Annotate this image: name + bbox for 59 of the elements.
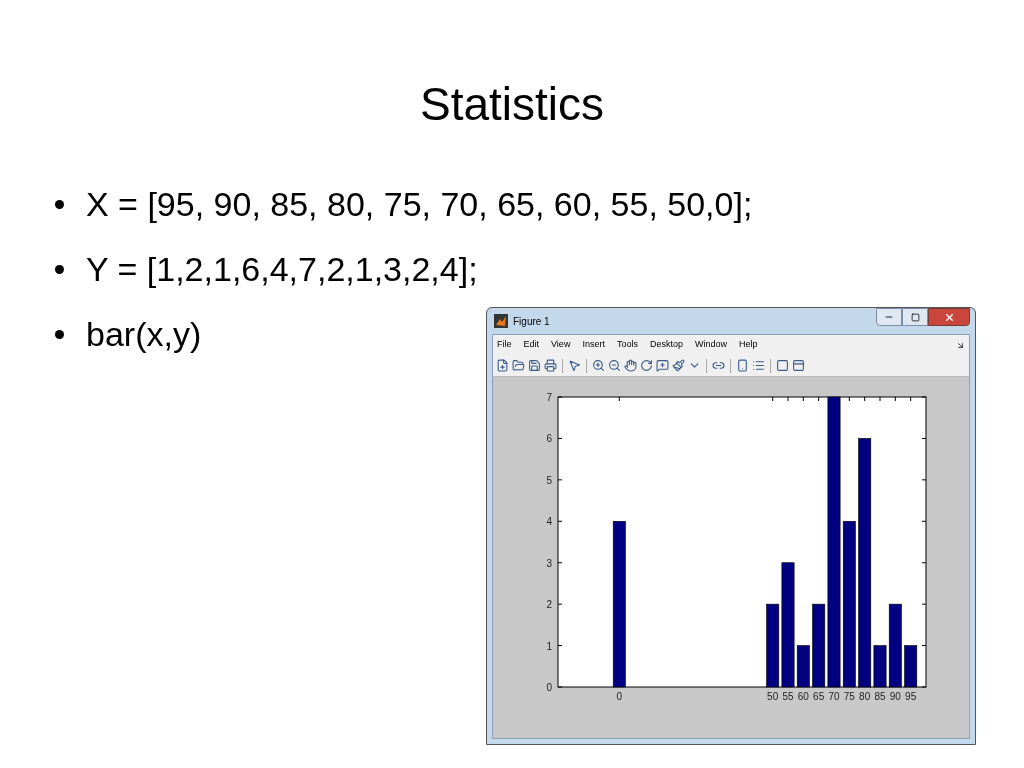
close-button[interactable]: [928, 308, 970, 326]
y-tick-label: 4: [546, 516, 552, 528]
x-tick-label: 80: [859, 691, 871, 702]
y-tick-label: 1: [546, 640, 552, 652]
panel-icon[interactable]: [792, 359, 805, 372]
x-tick-label: 50: [767, 691, 779, 702]
maximize-button[interactable]: [902, 308, 928, 326]
menu-item[interactable]: Help: [738, 338, 758, 352]
y-tick-label: 6: [546, 433, 552, 445]
y-tick-label: 0: [546, 682, 552, 693]
maximize-icon: [910, 312, 920, 322]
x-tick-label: 55: [782, 691, 794, 702]
colorbar-icon[interactable]: [736, 359, 749, 372]
square-icon[interactable]: [776, 359, 789, 372]
print-icon[interactable]: [544, 359, 557, 372]
menu-item[interactable]: Tools: [616, 338, 638, 352]
minimize-button[interactable]: [876, 308, 902, 326]
y-tick-label: 7: [546, 392, 552, 403]
slide-title: Statistics: [419, 77, 604, 132]
x-tick-label: 65: [813, 691, 825, 702]
brush-icon[interactable]: [672, 359, 685, 372]
app-logo-icon: [494, 314, 508, 328]
save-icon[interactable]: [528, 359, 541, 372]
bullet-text: Y = [1,2,1,6,4,7,2,1,3,2,4];: [86, 249, 478, 290]
menu-item[interactable]: Desktop: [649, 338, 683, 352]
hand-icon[interactable]: [624, 359, 637, 372]
bar: [904, 645, 918, 688]
bullet-icon: [55, 200, 64, 209]
close-icon: [943, 311, 955, 323]
data-cursor-icon[interactable]: [656, 359, 669, 372]
y-tick-label: 3: [546, 557, 552, 569]
x-tick-label: 0: [616, 691, 623, 702]
y-tick-label: 2: [546, 599, 552, 611]
menu-item[interactable]: Insert: [582, 338, 605, 352]
x-tick-label: 60: [797, 691, 809, 702]
dock-arrow-icon[interactable]: [956, 340, 965, 350]
menu-item[interactable]: View: [551, 338, 571, 352]
legend-icon[interactable]: [752, 359, 765, 372]
pointer-icon[interactable]: [568, 359, 581, 372]
x-tick-label: 90: [889, 691, 901, 702]
bullet-icon: [55, 330, 64, 339]
link-icon[interactable]: [712, 359, 725, 372]
rotate-icon[interactable]: [640, 359, 653, 372]
bullet-text: X = [95, 90, 85, 80, 75, 70, 65, 60, 55, 50,0];: [86, 184, 753, 225]
zoom-out-icon[interactable]: [608, 359, 621, 372]
x-tick-label: 85: [874, 691, 886, 702]
bullet-text: bar(x,y): [86, 314, 202, 355]
window-title: Figure 1: [513, 314, 550, 329]
zoom-in-icon[interactable]: [592, 359, 605, 372]
x-tick-label: 95: [905, 691, 917, 702]
y-tick-label: 5: [546, 474, 552, 486]
menu-item[interactable]: File: [497, 338, 512, 352]
new-file-icon[interactable]: [496, 359, 509, 372]
menu-item[interactable]: Edit: [523, 338, 540, 352]
x-tick-label: 75: [843, 691, 855, 702]
folder-icon[interactable]: [512, 359, 525, 372]
x-tick-label: 70: [828, 691, 840, 702]
bullet-icon: [55, 265, 64, 274]
menu-item[interactable]: Window: [694, 338, 727, 352]
